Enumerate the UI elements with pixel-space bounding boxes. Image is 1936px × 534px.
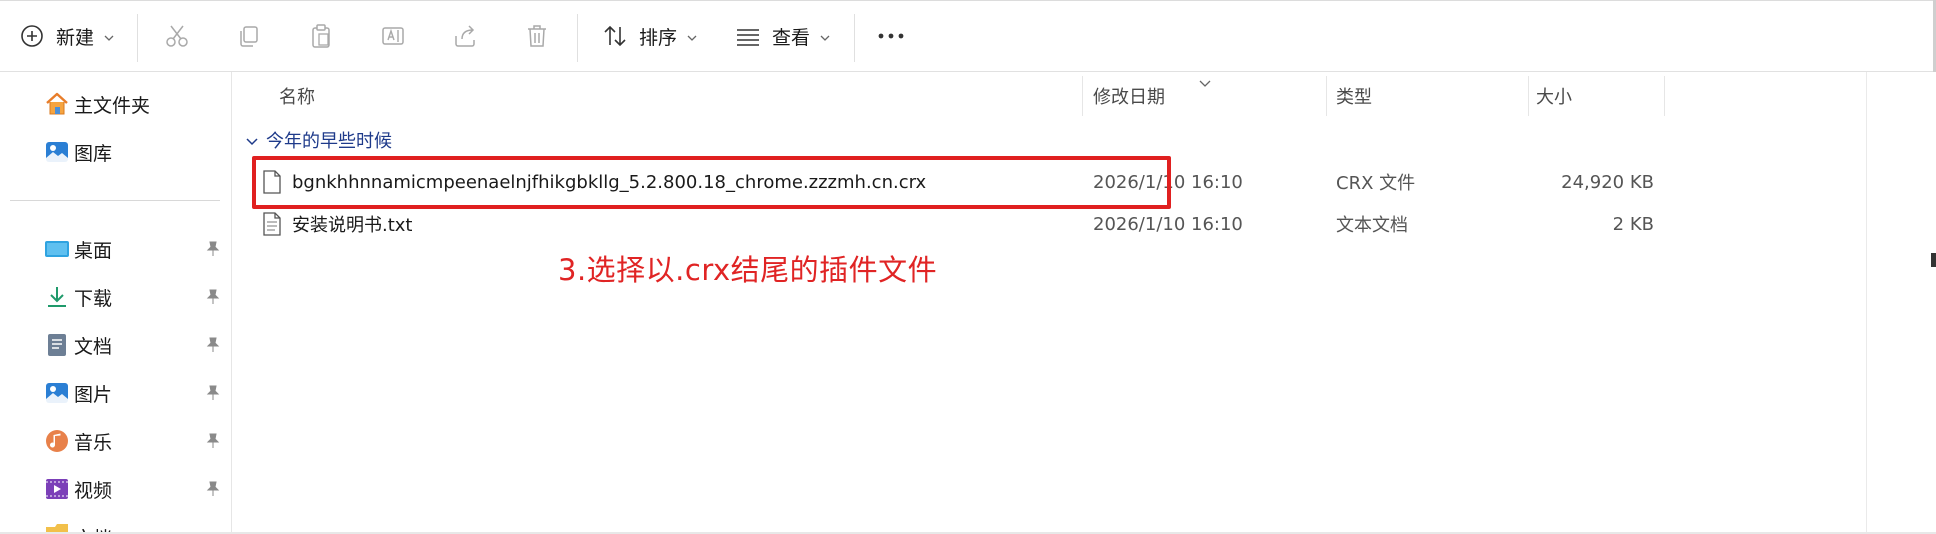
chevron-down-icon: [820, 26, 830, 47]
sidebar-item-label: 图库: [74, 142, 113, 165]
download-icon: [44, 284, 70, 310]
desktop-icon: [44, 236, 70, 262]
delete-button[interactable]: [523, 16, 551, 56]
file-list: 名称 修改日期 类型 大小 今年的早些时候 bgnkhhnnamicmpeena…: [232, 72, 1936, 534]
share-icon: [451, 22, 479, 50]
copy-button[interactable]: [235, 16, 263, 56]
annotation-text: 3.选择以.crx结尾的插件文件: [558, 253, 938, 287]
rename-icon: [379, 22, 407, 50]
sort-button[interactable]: 排序: [601, 16, 697, 56]
details-pane-divider: [1866, 72, 1867, 534]
sidebar-divider: [10, 200, 220, 201]
highlight-box: [252, 156, 1171, 209]
scissors-icon: [163, 22, 191, 50]
pin-icon[interactable]: [204, 288, 222, 306]
chevron-down-icon: [687, 26, 697, 47]
clipboard-icon: [307, 22, 335, 50]
sidebar-item-label: 下载: [74, 287, 113, 310]
resize-handle[interactable]: [1931, 253, 1936, 267]
command-bar: 新建 排序 查看: [0, 0, 1936, 72]
pin-icon[interactable]: [204, 336, 222, 354]
column-separator[interactable]: [1326, 76, 1327, 116]
file-size: 2 KB: [1612, 213, 1654, 235]
column-separator[interactable]: [1664, 76, 1665, 116]
sidebar-item-downloads[interactable]: 下载: [44, 281, 224, 313]
group-header-label: 今年的早些时候: [266, 131, 392, 152]
trash-icon: [523, 22, 551, 50]
pin-icon[interactable]: [204, 432, 222, 450]
pictures-icon: [44, 380, 70, 406]
sidebar-item-desktop[interactable]: 桌面: [44, 233, 224, 265]
sidebar-item-label: 图片: [74, 383, 113, 406]
file-type: CRX 文件: [1336, 173, 1416, 194]
column-separator[interactable]: [1528, 76, 1529, 116]
share-button[interactable]: [451, 16, 479, 56]
new-button-label: 新建: [56, 26, 95, 49]
column-header-name[interactable]: 名称: [279, 76, 315, 116]
sort-arrows-icon: [601, 22, 629, 50]
sidebar-item-videos[interactable]: 视频: [44, 473, 224, 505]
sidebar-item-documents[interactable]: 文档: [44, 329, 224, 361]
toolbar-separator: [577, 14, 578, 62]
sidebar-item-home[interactable]: 主文件夹: [44, 88, 224, 120]
column-header-type[interactable]: 类型: [1336, 76, 1372, 116]
view-button[interactable]: 查看: [734, 16, 830, 56]
toolbar-separator: [854, 14, 855, 62]
gallery-icon: [44, 139, 70, 165]
home-icon: [44, 91, 70, 117]
plus-circle-icon: [18, 22, 46, 50]
file-name: 安装说明书.txt: [292, 215, 413, 236]
sidebar-item-gallery[interactable]: 图库: [44, 136, 224, 168]
sort-indicator-icon: [1199, 72, 1211, 93]
chevron-down-icon: [104, 26, 114, 47]
sidebar-item-label: 文档: [74, 335, 113, 358]
chevron-down-icon: [246, 130, 258, 151]
file-type: 文本文档: [1336, 215, 1408, 236]
more-dots-icon: [876, 22, 906, 50]
column-header-size[interactable]: 大小: [1536, 76, 1572, 116]
file-modified: 2026/1/10 16:10: [1093, 213, 1243, 235]
sidebar-item-music[interactable]: 音乐: [44, 425, 224, 457]
sort-button-label: 排序: [639, 26, 678, 49]
paste-button[interactable]: [307, 16, 335, 56]
new-button[interactable]: 新建: [18, 16, 114, 56]
copy-icon: [235, 22, 263, 50]
toolbar-separator: [137, 14, 138, 62]
table-row[interactable]: 安装说明书.txt 2026/1/10 16:10 文本文档 2 KB: [232, 204, 1672, 244]
toolbar-top-border: [0, 0, 1936, 1]
navigation-pane: 主文件夹 图库 桌面 下载 文档 图片 音乐 视频: [0, 72, 232, 534]
sidebar-item-label: 主文件夹: [74, 94, 151, 117]
sidebar-item-label: 视频: [74, 479, 113, 502]
sidebar-item-label: 音乐: [74, 431, 113, 454]
pin-icon[interactable]: [204, 480, 222, 498]
more-options-button[interactable]: [876, 16, 906, 56]
cut-button[interactable]: [163, 16, 191, 56]
sidebar-item-pictures[interactable]: 图片: [44, 377, 224, 409]
file-size: 24,920 KB: [1561, 171, 1654, 193]
list-view-icon: [734, 22, 762, 50]
pin-icon[interactable]: [204, 240, 222, 258]
column-header-modified[interactable]: 修改日期: [1093, 76, 1165, 116]
sidebar-item-label: 桌面: [74, 239, 113, 262]
document-icon: [44, 332, 70, 358]
text-file-icon: [262, 212, 282, 236]
column-separator[interactable]: [1082, 76, 1083, 116]
rename-button[interactable]: [379, 16, 407, 56]
music-icon: [44, 428, 70, 454]
video-icon: [44, 476, 70, 502]
group-header[interactable]: 今年的早些时候: [246, 124, 392, 156]
pin-icon[interactable]: [204, 384, 222, 402]
view-button-label: 查看: [772, 26, 811, 49]
